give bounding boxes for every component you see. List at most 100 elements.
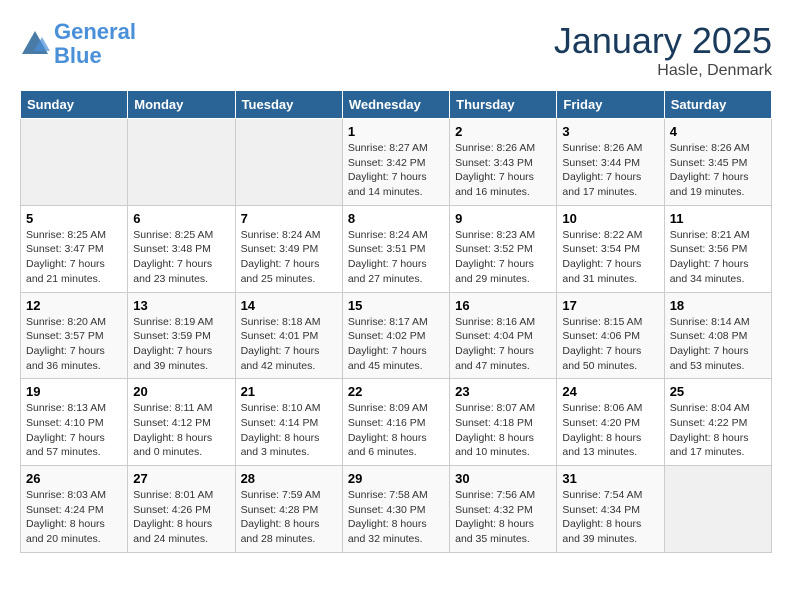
day-info: Sunrise: 8:22 AMSunset: 3:54 PMDaylight:… (562, 228, 658, 287)
day-number: 31 (562, 471, 658, 486)
header-day-wednesday: Wednesday (342, 91, 449, 119)
calendar-cell (664, 466, 771, 553)
day-info: Sunrise: 8:04 AMSunset: 4:22 PMDaylight:… (670, 401, 766, 460)
calendar-cell: 28Sunrise: 7:59 AMSunset: 4:28 PMDayligh… (235, 466, 342, 553)
day-number: 8 (348, 211, 444, 226)
day-info: Sunrise: 8:26 AMSunset: 3:45 PMDaylight:… (670, 141, 766, 200)
header-day-saturday: Saturday (664, 91, 771, 119)
day-info: Sunrise: 8:09 AMSunset: 4:16 PMDaylight:… (348, 401, 444, 460)
location: Hasle, Denmark (554, 62, 772, 80)
day-number: 16 (455, 298, 551, 313)
calendar-cell: 19Sunrise: 8:13 AMSunset: 4:10 PMDayligh… (21, 379, 128, 466)
calendar-cell: 6Sunrise: 8:25 AMSunset: 3:48 PMDaylight… (128, 205, 235, 292)
day-number: 10 (562, 211, 658, 226)
title-block: January 2025 Hasle, Denmark (554, 20, 772, 80)
logo-icon (20, 29, 50, 59)
day-number: 19 (26, 384, 122, 399)
week-row-3: 12 Sunrise: 8:20 AMSunset: 3:57 PMDayligh… (21, 292, 772, 379)
calendar-cell: 10 Sunrise: 8:22 AMSunset: 3:54 PMDayligh… (557, 205, 664, 292)
day-number: 30 (455, 471, 551, 486)
header-day-monday: Monday (128, 91, 235, 119)
header-day-friday: Friday (557, 91, 664, 119)
day-number: 3 (562, 124, 658, 139)
calendar-cell: 16 Sunrise: 8:16 AMSunset: 4:04 PMDayligh… (450, 292, 557, 379)
day-number: 20 (133, 384, 229, 399)
day-number: 25 (670, 384, 766, 399)
day-info: Sunrise: 8:24 AMSunset: 3:49 PMDaylight:… (241, 228, 337, 287)
day-info: Sunrise: 8:19 AMSunset: 3:59 PMDaylight:… (133, 315, 229, 374)
calendar-cell: 8 Sunrise: 8:24 AMSunset: 3:51 PMDaylight… (342, 205, 449, 292)
day-info: Sunrise: 8:18 AMSunset: 4:01 PMDaylight:… (241, 315, 337, 374)
day-info: Sunrise: 8:23 AMSunset: 3:52 PMDaylight:… (455, 228, 551, 287)
calendar-cell: 17 Sunrise: 8:15 AMSunset: 4:06 PMDayligh… (557, 292, 664, 379)
day-info: Sunrise: 8:15 AMSunset: 4:06 PMDaylight:… (562, 315, 658, 374)
day-info: Sunrise: 8:10 AMSunset: 4:14 PMDaylight:… (241, 401, 337, 460)
day-number: 5 (26, 211, 122, 226)
day-info: Sunrise: 8:20 AMSunset: 3:57 PMDaylight:… (26, 315, 122, 374)
logo-text: General Blue (54, 20, 136, 68)
calendar-cell: 5 Sunrise: 8:25 AMSunset: 3:47 PMDaylight… (21, 205, 128, 292)
calendar-cell: 13 Sunrise: 8:19 AMSunset: 3:59 PMDayligh… (128, 292, 235, 379)
calendar-cell: 1 Sunrise: 8:27 AMSunset: 3:42 PMDaylight… (342, 119, 449, 206)
calendar-cell: 14Sunrise: 8:18 AMSunset: 4:01 PMDayligh… (235, 292, 342, 379)
calendar-cell: 29Sunrise: 7:58 AMSunset: 4:30 PMDayligh… (342, 466, 449, 553)
day-number: 7 (241, 211, 337, 226)
day-info: Sunrise: 7:54 AMSunset: 4:34 PMDaylight:… (562, 488, 658, 547)
month-title: January 2025 (554, 20, 772, 62)
day-info: Sunrise: 8:21 AMSunset: 3:56 PMDaylight:… (670, 228, 766, 287)
calendar-cell (235, 119, 342, 206)
calendar-cell: 22 Sunrise: 8:09 AMSunset: 4:16 PMDayligh… (342, 379, 449, 466)
calendar-cell (128, 119, 235, 206)
day-number: 1 (348, 124, 444, 139)
day-info: Sunrise: 8:11 AMSunset: 4:12 PMDaylight:… (133, 401, 229, 460)
day-number: 24 (562, 384, 658, 399)
day-number: 2 (455, 124, 551, 139)
day-number: 23 (455, 384, 551, 399)
calendar-cell (21, 119, 128, 206)
calendar-cell: 12 Sunrise: 8:20 AMSunset: 3:57 PMDayligh… (21, 292, 128, 379)
day-info: Sunrise: 8:26 AMSunset: 3:44 PMDaylight:… (562, 141, 658, 200)
day-number: 13 (133, 298, 229, 313)
calendar-cell: 20 Sunrise: 8:11 AMSunset: 4:12 PMDayligh… (128, 379, 235, 466)
day-number: 18 (670, 298, 766, 313)
day-info: Sunrise: 8:16 AMSunset: 4:04 PMDaylight:… (455, 315, 551, 374)
header-day-thursday: Thursday (450, 91, 557, 119)
day-info: Sunrise: 8:03 AMSunset: 4:24 PMDaylight:… (26, 488, 122, 547)
day-info: Sunrise: 8:06 AMSunset: 4:20 PMDaylight:… (562, 401, 658, 460)
calendar-cell: 31 Sunrise: 7:54 AMSunset: 4:34 PMDayligh… (557, 466, 664, 553)
day-info: Sunrise: 8:14 AMSunset: 4:08 PMDaylight:… (670, 315, 766, 374)
day-number: 22 (348, 384, 444, 399)
calendar-cell: 25 Sunrise: 8:04 AMSunset: 4:22 PMDayligh… (664, 379, 771, 466)
page-header: General Blue January 2025 Hasle, Denmark (20, 20, 772, 80)
calendar-cell: 21Sunrise: 8:10 AMSunset: 4:14 PMDayligh… (235, 379, 342, 466)
day-number: 29 (348, 471, 444, 486)
calendar-cell: 15Sunrise: 8:17 AMSunset: 4:02 PMDayligh… (342, 292, 449, 379)
calendar-cell: 2 Sunrise: 8:26 AMSunset: 3:43 PMDaylight… (450, 119, 557, 206)
day-info: Sunrise: 8:01 AMSunset: 4:26 PMDaylight:… (133, 488, 229, 547)
day-number: 9 (455, 211, 551, 226)
day-number: 6 (133, 211, 229, 226)
day-info: Sunrise: 8:17 AMSunset: 4:02 PMDaylight:… (348, 315, 444, 374)
day-number: 11 (670, 211, 766, 226)
calendar-cell: 26 Sunrise: 8:03 AMSunset: 4:24 PMDayligh… (21, 466, 128, 553)
day-info: Sunrise: 8:26 AMSunset: 3:43 PMDaylight:… (455, 141, 551, 200)
calendar-cell: 11 Sunrise: 8:21 AMSunset: 3:56 PMDayligh… (664, 205, 771, 292)
day-info: Sunrise: 8:27 AMSunset: 3:42 PMDaylight:… (348, 141, 444, 200)
calendar-cell: 3 Sunrise: 8:26 AMSunset: 3:44 PMDaylight… (557, 119, 664, 206)
day-number: 26 (26, 471, 122, 486)
week-row-1: 1 Sunrise: 8:27 AMSunset: 3:42 PMDaylight… (21, 119, 772, 206)
calendar-cell: 27 Sunrise: 8:01 AMSunset: 4:26 PMDayligh… (128, 466, 235, 553)
header-day-tuesday: Tuesday (235, 91, 342, 119)
day-info: Sunrise: 8:25 AMSunset: 3:47 PMDaylight:… (26, 228, 122, 287)
day-number: 27 (133, 471, 229, 486)
day-number: 17 (562, 298, 658, 313)
week-row-5: 26 Sunrise: 8:03 AMSunset: 4:24 PMDayligh… (21, 466, 772, 553)
calendar-cell: 4 Sunrise: 8:26 AMSunset: 3:45 PMDaylight… (664, 119, 771, 206)
calendar-cell: 7 Sunrise: 8:24 AMSunset: 3:49 PMDaylight… (235, 205, 342, 292)
day-number: 4 (670, 124, 766, 139)
logo: General Blue (20, 20, 136, 68)
calendar-cell: 24 Sunrise: 8:06 AMSunset: 4:20 PMDayligh… (557, 379, 664, 466)
day-number: 12 (26, 298, 122, 313)
calendar-table: SundayMondayTuesdayWednesdayThursdayFrid… (20, 90, 772, 553)
day-info: Sunrise: 8:24 AMSunset: 3:51 PMDaylight:… (348, 228, 444, 287)
